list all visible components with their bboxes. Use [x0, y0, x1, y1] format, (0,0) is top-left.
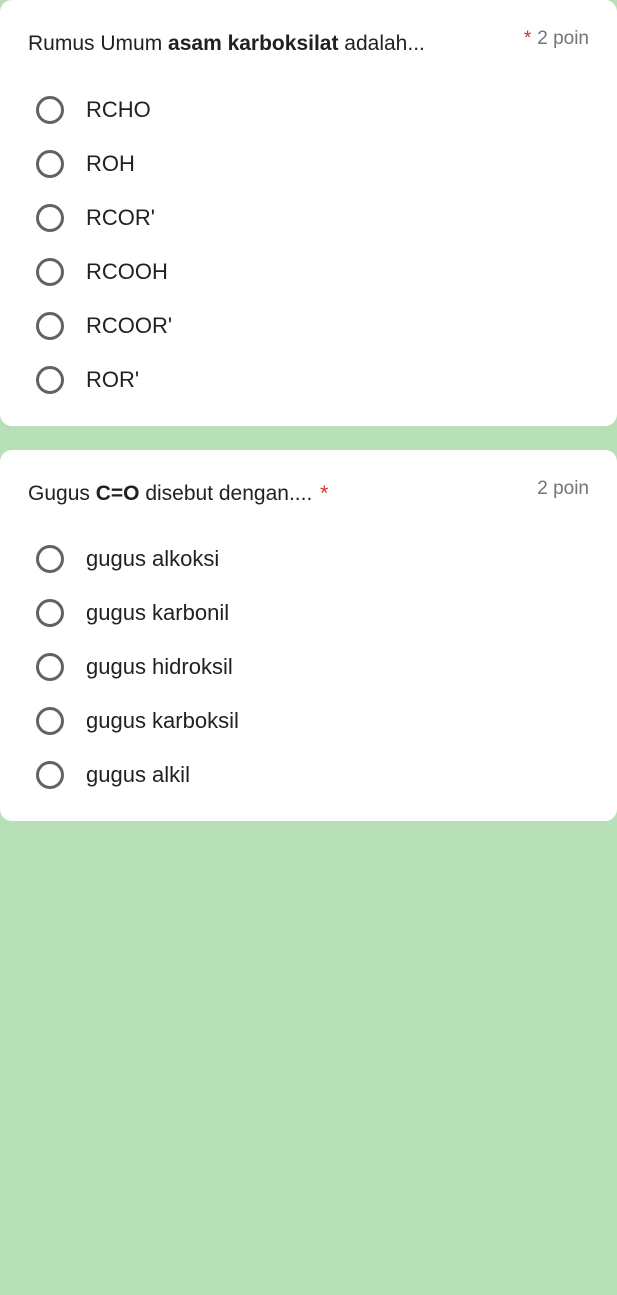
- question-header: Rumus Umum asam karboksilat adalah... * 2…: [28, 28, 589, 60]
- question-prompt: Rumus Umum asam karboksilat adalah...: [28, 28, 524, 60]
- radio-icon: [36, 312, 64, 340]
- question-card: Gugus C=O disebut dengan.... * 2 poin gu…: [0, 450, 617, 822]
- radio-option[interactable]: gugus hidroksil: [36, 653, 589, 681]
- points-label: * 2 poin: [524, 28, 589, 50]
- radio-icon: [36, 204, 64, 232]
- option-list: RCHO ROH RCOR' RCOOH RCOOR' ROR': [28, 96, 589, 394]
- option-label: RCHO: [86, 97, 151, 123]
- radio-icon: [36, 545, 64, 573]
- radio-option[interactable]: gugus karbonil: [36, 599, 589, 627]
- radio-option[interactable]: gugus alkoksi: [36, 545, 589, 573]
- radio-icon: [36, 599, 64, 627]
- radio-option[interactable]: RCOOR': [36, 312, 589, 340]
- option-label: ROR': [86, 367, 139, 393]
- radio-option[interactable]: RCHO: [36, 96, 589, 124]
- option-list: gugus alkoksi gugus karbonil gugus hidro…: [28, 545, 589, 789]
- points-text: 2 poin: [537, 478, 589, 499]
- option-label: RCOR': [86, 205, 155, 231]
- option-label: RCOOH: [86, 259, 168, 285]
- radio-icon: [36, 258, 64, 286]
- option-label: gugus hidroksil: [86, 654, 233, 680]
- prompt-pre: Rumus Umum: [28, 32, 168, 55]
- radio-icon: [36, 150, 64, 178]
- option-label: gugus karboksil: [86, 708, 239, 734]
- radio-option[interactable]: gugus karboksil: [36, 707, 589, 735]
- radio-option[interactable]: ROR': [36, 366, 589, 394]
- radio-option[interactable]: RCOR': [36, 204, 589, 232]
- option-label: ROH: [86, 151, 135, 177]
- option-label: RCOOR': [86, 313, 172, 339]
- radio-option[interactable]: ROH: [36, 150, 589, 178]
- question-card: Rumus Umum asam karboksilat adalah... * 2…: [0, 0, 617, 426]
- prompt-pre: Gugus: [28, 482, 96, 505]
- radio-icon: [36, 707, 64, 735]
- radio-icon: [36, 761, 64, 789]
- option-label: gugus alkil: [86, 762, 190, 788]
- question-prompt: Gugus C=O disebut dengan.... *: [28, 478, 537, 510]
- prompt-post: disebut dengan....: [139, 482, 312, 505]
- prompt-bold: C=O: [96, 482, 140, 505]
- radio-option[interactable]: RCOOH: [36, 258, 589, 286]
- question-header: Gugus C=O disebut dengan.... * 2 poin: [28, 478, 589, 510]
- prompt-post: adalah...: [338, 32, 424, 55]
- points-label: 2 poin: [537, 478, 589, 500]
- required-asterisk: *: [314, 482, 328, 505]
- option-label: gugus alkoksi: [86, 546, 219, 572]
- points-text: 2 poin: [537, 28, 589, 49]
- radio-icon: [36, 96, 64, 124]
- radio-option[interactable]: gugus alkil: [36, 761, 589, 789]
- radio-icon: [36, 653, 64, 681]
- prompt-bold: asam karboksilat: [168, 32, 338, 55]
- radio-icon: [36, 366, 64, 394]
- required-asterisk: *: [524, 28, 531, 49]
- option-label: gugus karbonil: [86, 600, 229, 626]
